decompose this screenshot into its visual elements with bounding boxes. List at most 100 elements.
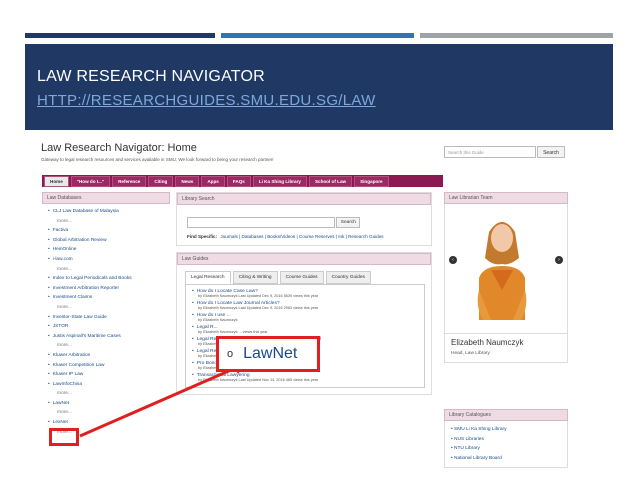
tab-course-guides[interactable]: Course Guides xyxy=(279,271,324,284)
nav-tab-home[interactable]: Home xyxy=(44,175,69,187)
database-item[interactable]: • JSTOR xyxy=(48,322,170,332)
tab-country-guides[interactable]: Country Guides xyxy=(325,271,371,284)
guide-item: • Transactional Lawyering by Elizabeth Nau… xyxy=(192,373,420,382)
catalogue-item[interactable]: • NTU Library xyxy=(451,444,567,454)
database-item[interactable]: • Global Arbitration Review xyxy=(48,236,170,246)
database-label: Factiva xyxy=(52,228,69,234)
catalogue-item[interactable]: • National Library Board xyxy=(451,454,567,464)
library-search-button[interactable]: Search xyxy=(336,217,361,228)
bullet-icon: • xyxy=(48,372,50,378)
nav-tab-reference[interactable]: Reference xyxy=(112,175,147,187)
bullet-icon: • xyxy=(192,337,194,342)
find-specific-row: Find Specific: Journals | Databases | Bo… xyxy=(177,228,431,245)
database-item[interactable]: • HeinOnline xyxy=(48,245,170,255)
bullet-icon: • xyxy=(48,237,50,243)
title-band: LAW RESEARCH NAVIGATOR HTTP://RESEARCHGU… xyxy=(25,44,613,130)
database-label: more... xyxy=(57,304,72,310)
find-specific-links[interactable]: Journals | Databases | Books/Videos | Co… xyxy=(220,234,383,239)
database-label: more... xyxy=(57,410,72,416)
database-item[interactable]: • i-law.com xyxy=(48,255,170,265)
database-label: Investor-State Law Guide xyxy=(52,314,107,320)
database-label: more... xyxy=(57,266,72,272)
guide-meta: by Elizabeth Naumczyk Last Updated Nov 1… xyxy=(198,378,319,382)
catalogue-label: NTU Library xyxy=(454,446,480,451)
bullet-icon: • xyxy=(48,276,50,282)
carousel-prev-icon[interactable]: ‹ xyxy=(449,256,457,264)
librarian-role: Head, Law Library xyxy=(451,351,490,356)
librarian-card: ‹ › xyxy=(444,204,568,334)
library-catalogues-heading: Library Catalogues xyxy=(444,409,568,421)
database-item[interactable]: • LexNet xyxy=(48,418,170,428)
guide-search-button[interactable]: Search xyxy=(537,146,565,158)
tab-legal-research[interactable]: Legal Research xyxy=(185,271,231,284)
database-item[interactable]: • Factiva xyxy=(48,226,170,236)
find-specific-label: Find Specific: xyxy=(187,234,218,239)
guide-search-input[interactable]: Search this Guide xyxy=(444,146,536,158)
database-item[interactable]: • Investor-State Law Guide xyxy=(48,313,170,323)
database-label: Global Arbitration Review xyxy=(52,237,107,243)
database-item[interactable]: • Investment Arbitration Reporter xyxy=(48,284,170,294)
nav-tab-apps[interactable]: Apps xyxy=(201,175,225,187)
nav-tab-citing[interactable]: Citing xyxy=(148,175,174,187)
library-search-input[interactable] xyxy=(187,217,335,228)
bullet-icon: • xyxy=(48,228,50,234)
librarian-team-heading: Law Librarian Team xyxy=(444,192,568,204)
law-databases-heading: Law Databases xyxy=(42,192,170,204)
database-item[interactable]: • Kluwer Arbitration xyxy=(48,351,170,361)
catalogue-label: NUS Libraries xyxy=(454,436,484,442)
database-more-link[interactable]: more... xyxy=(48,303,170,313)
database-label: LawInfoChina xyxy=(52,381,83,387)
carousel-next-icon[interactable]: › xyxy=(555,256,563,264)
database-label: Index to Legal Periodicals and Books xyxy=(52,276,132,282)
bullet-icon: • xyxy=(48,247,50,253)
nav-tab-li-ka-shing[interactable]: Li Ka Shing Library xyxy=(252,175,307,187)
nav-tab-faqs[interactable]: FAQs xyxy=(226,175,251,187)
database-label: more... xyxy=(57,391,72,397)
tab-citing-writing[interactable]: Citing & Writing xyxy=(232,271,278,284)
nav-tab-school-of-law[interactable]: School of Law xyxy=(308,175,353,187)
database-item[interactable]: • LawNet xyxy=(48,399,170,409)
database-label: Investment Claims xyxy=(52,295,93,301)
database-more-link[interactable]: more... xyxy=(48,408,170,418)
top-bar-gray xyxy=(420,33,613,38)
database-more-link[interactable]: more... xyxy=(48,265,170,275)
catalogue-item[interactable]: • NUS Libraries xyxy=(451,435,567,445)
lawnet-callout: o LawNet xyxy=(216,336,320,372)
guide-nav-bar: Home "How do I..." Reference Citing News… xyxy=(42,175,443,187)
database-item[interactable]: • Investment Claims xyxy=(48,293,170,303)
database-item[interactable]: • LawInfoChina xyxy=(48,380,170,390)
database-label: LexNet xyxy=(52,420,68,426)
database-more-link[interactable]: more... xyxy=(48,389,170,399)
database-more-link[interactable]: more... xyxy=(48,341,170,351)
nav-tab-news[interactable]: News xyxy=(175,175,200,187)
nav-tab-singapore[interactable]: Singapore xyxy=(354,175,389,187)
slide-url-link[interactable]: HTTP://RESEARCHGUIDES.SMU.EDU.SG/LAW xyxy=(37,92,376,109)
bullet-icon: • xyxy=(192,289,194,294)
right-column: Law Librarian Team ‹ › Elizabeth Naumczy… xyxy=(444,192,568,479)
database-item[interactable]: • CLJ Law Database of Malaysia xyxy=(48,207,170,217)
bullet-icon: • xyxy=(192,373,194,378)
database-item[interactable]: • Kluwer IP Law xyxy=(48,370,170,380)
top-bar-navy xyxy=(25,33,215,38)
law-databases-list: • CLJ Law Database of Malaysia more... • Fac… xyxy=(42,204,170,437)
guide-meta: by Elizabeth Naumczyk xyxy=(198,318,238,322)
bullet-icon: • xyxy=(48,381,50,387)
guide-item: • How do I use ... by Elizabeth Naumczyk xyxy=(192,313,420,322)
guide-meta: by Elizabeth Naumczyk ... views this yea… xyxy=(198,330,268,334)
nav-tab-how-do-i[interactable]: "How do I..." xyxy=(70,175,111,187)
database-more-link[interactable]: more... xyxy=(48,217,170,227)
bullet-icon: • xyxy=(48,333,50,339)
database-label: HeinOnline xyxy=(52,247,77,253)
bullet-icon: • xyxy=(48,324,50,330)
bullet-icon: • xyxy=(192,349,194,354)
database-item[interactable]: • Kluwer Competition Law xyxy=(48,361,170,371)
database-label: more... xyxy=(57,218,72,224)
guide-meta: by Elizabeth Naumczyk Last Updated Dec 9… xyxy=(198,294,319,298)
guide-screenshot: Law Research Navigator: Home Gateway to … xyxy=(38,140,570,479)
database-label: LawNet xyxy=(52,400,69,406)
librarian-name: Elizabeth Naumczyk xyxy=(451,338,524,347)
database-item[interactable]: • Justis Aspinall's Maritime Cases xyxy=(48,332,170,342)
catalogue-item[interactable]: • SMU Li Ka Shing Library xyxy=(451,425,567,435)
database-item[interactable]: • Index to Legal Periodicals and Books xyxy=(48,274,170,284)
top-bar-blue xyxy=(221,33,414,38)
